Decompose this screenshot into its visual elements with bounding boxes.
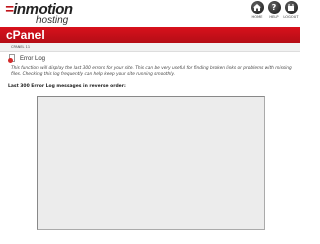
breadcrumb-bar: cPanel 11 [0, 43, 300, 52]
section-header: Error Log [8, 54, 45, 63]
home-label: Home [251, 15, 263, 19]
logout-icon [284, 1, 298, 14]
help-button[interactable]: ? Help [267, 1, 281, 19]
inmotion-logo[interactable]: =inmotion hosting [5, 2, 73, 26]
page-title: Error Log [20, 55, 46, 62]
header-icon-group: Home ? Help Logout [250, 1, 299, 19]
breadcrumb[interactable]: cPanel 11 [11, 45, 30, 49]
home-button[interactable]: Home [250, 1, 264, 19]
logout-label: Logout [283, 15, 299, 19]
error-log-heading: Last 300 Error Log messages in reverse o… [8, 84, 126, 89]
top-header: =inmotion hosting Home ? Help Logout [0, 0, 300, 28]
section-description: This function will display the last 300 … [11, 66, 292, 77]
help-icon: ? [267, 1, 281, 14]
logout-button[interactable]: Logout [283, 1, 299, 19]
home-icon [250, 1, 264, 14]
logo-tagline: hosting [36, 15, 69, 26]
app-title[interactable]: cPanel [6, 28, 45, 42]
help-label: Help [269, 15, 279, 19]
error-log-textarea[interactable] [37, 96, 265, 230]
cpanel-title-bar: cPanel [0, 27, 300, 43]
error-log-icon [8, 54, 17, 63]
